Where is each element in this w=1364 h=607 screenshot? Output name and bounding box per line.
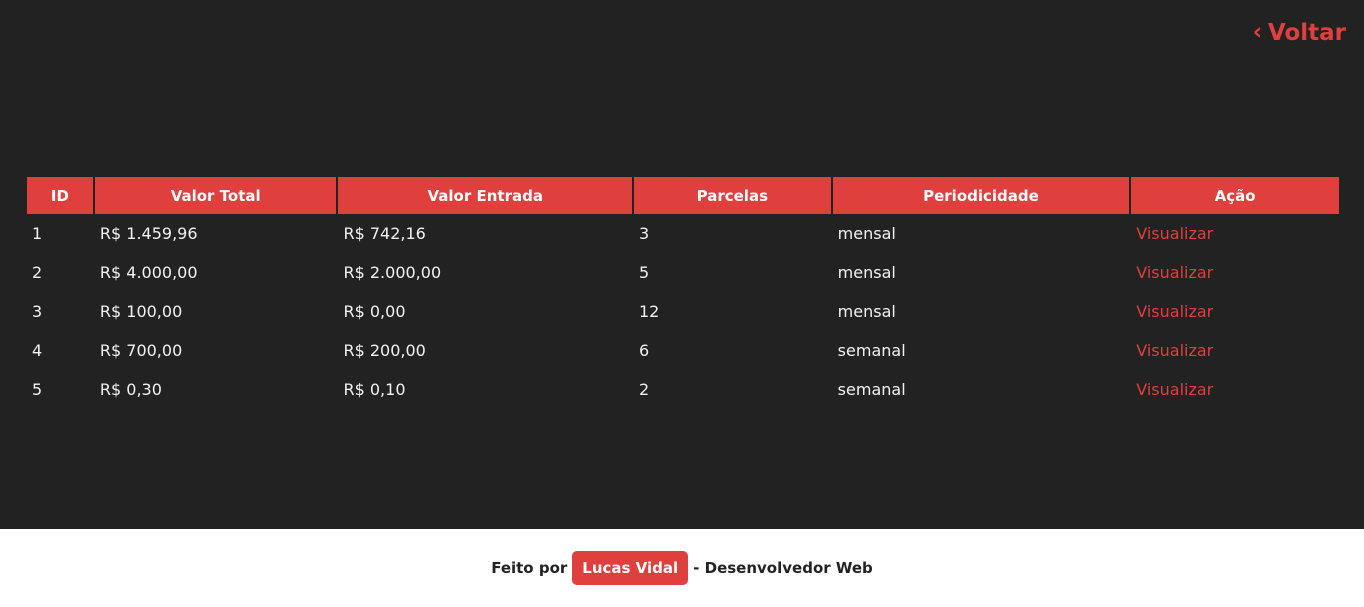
column-header-parcelas: Parcelas [633,177,831,214]
column-header-acao: Ação [1131,177,1339,214]
view-link[interactable]: Visualizar [1136,302,1213,321]
cell-valor-total: R$ 700,00 [99,341,183,360]
cell-acao: Visualizar [1131,292,1339,331]
cell-valor-total: R$ 4.000,00 [99,263,198,282]
cell-periodicidade: semanal [837,380,906,399]
cell-periodicidade: mensal [837,263,896,282]
cell-acao: Visualizar [1131,214,1339,253]
table-row: 4 R$ 700,00 R$ 200,00 6 semanal Visualiz… [27,331,1339,370]
view-link[interactable]: Visualizar [1136,263,1213,282]
cell-valor-entrada: R$ 200,00 [343,341,426,360]
cell-periodicidade: mensal [837,302,896,321]
cell-valor-total: R$ 1.459,96 [99,224,198,243]
column-header-id: ID [27,177,93,214]
cell-valor-entrada: R$ 0,10 [343,380,406,399]
cell-acao: Visualizar [1131,331,1339,370]
cell-parcelas: 6 [638,341,650,360]
cell-id: 5 [32,380,43,399]
footer-prefix: Feito por [491,559,568,577]
cell-id: 4 [32,341,43,360]
cell-periodicidade: semanal [837,341,906,360]
cell-periodicidade: mensal [837,224,896,243]
cell-acao: Visualizar [1131,253,1339,292]
cell-valor-total: R$ 0,30 [99,380,162,399]
cell-valor-entrada: R$ 742,16 [343,224,426,243]
cell-valor-total: R$ 100,00 [99,302,183,321]
author-badge[interactable]: Lucas Vidal [572,551,689,585]
cell-parcelas: 2 [638,380,650,399]
table-row: 3 R$ 100,00 R$ 0,00 12 mensal Visualizar [27,292,1339,331]
cell-id: 2 [32,263,43,282]
table-row: 5 R$ 0,30 R$ 0,10 2 semanal Visualizar [27,370,1339,409]
cell-id: 1 [32,224,43,243]
cell-id: 3 [32,302,43,321]
footer-suffix: - Desenvolvedor Web [693,559,873,577]
cell-parcelas: 12 [638,302,660,321]
back-link[interactable]: ‹ Voltar [1253,20,1346,46]
column-header-valor-entrada: Valor Entrada [338,177,632,214]
table-row: 1 R$ 1.459,96 R$ 742,16 3 mensal Visuali… [27,214,1339,253]
view-link[interactable]: Visualizar [1136,224,1213,243]
cell-parcelas: 3 [638,224,650,243]
cell-parcelas: 5 [638,263,650,282]
table-header-row: ID Valor Total Valor Entrada Parcelas Pe… [27,177,1339,214]
cell-valor-entrada: R$ 2.000,00 [343,263,442,282]
table-row: 2 R$ 4.000,00 R$ 2.000,00 5 mensal Visua… [27,253,1339,292]
chevron-left-icon: ‹ [1252,18,1262,47]
cell-valor-entrada: R$ 0,00 [343,302,406,321]
main-area: ‹ Voltar ID Valor Total Valor Entrada Pa… [0,0,1364,529]
installments-table: ID Valor Total Valor Entrada Parcelas Pe… [25,177,1341,409]
view-link[interactable]: Visualizar [1136,341,1213,360]
cell-acao: Visualizar [1131,370,1339,409]
footer: Feito por Lucas Vidal - Desenvolvedor We… [0,529,1364,607]
view-link[interactable]: Visualizar [1136,380,1213,399]
back-label: Voltar [1267,20,1346,46]
column-header-valor-total: Valor Total [94,177,337,214]
column-header-periodicidade: Periodicidade [832,177,1130,214]
